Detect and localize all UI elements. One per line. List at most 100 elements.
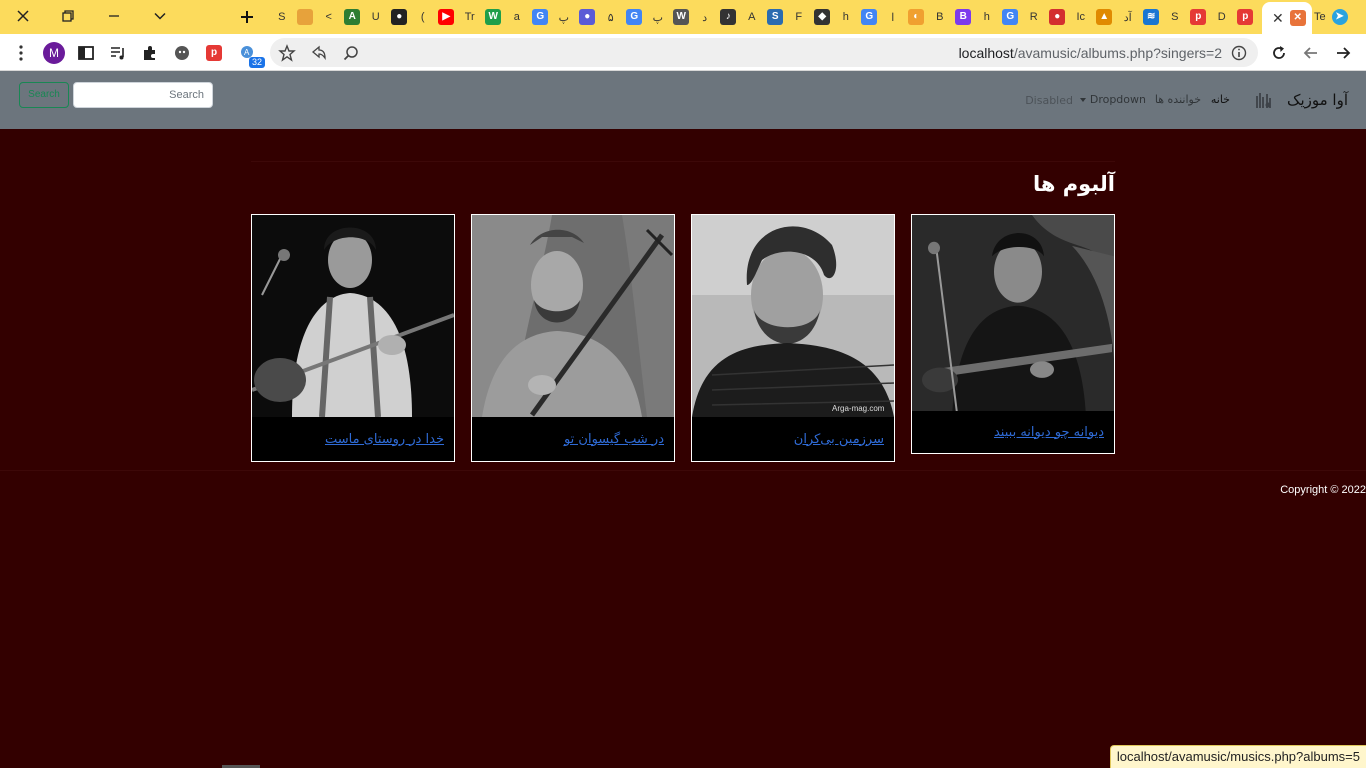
close-window-button[interactable] [0,0,46,32]
album-card: دیوانه چو دیوانه ببیند [911,214,1115,454]
bookmark-star-button[interactable] [274,40,300,66]
browser-tab[interactable]: B [952,0,976,34]
album-cover-image[interactable] [252,215,454,417]
browser-tab[interactable]: G [529,0,553,34]
album-cover-image[interactable]: Arga-mag.com [692,215,894,417]
browser-tab[interactable]: D [1210,0,1234,34]
album-title-link[interactable]: سرزمین بی‌کران [794,432,884,447]
browser-tab[interactable]: ● [1046,0,1070,34]
media-control-button[interactable] [105,40,131,66]
url-path: /avamusic/albums.php?singers=2 [1013,45,1222,61]
browser-tab[interactable]: ◆ [811,0,835,34]
extensions-button[interactable] [137,40,163,66]
album-card: Arga-mag.com سرزمین بی‌کران [691,214,895,462]
tab-label: ۵ [607,11,614,24]
close-icon [17,10,29,22]
nav-singers-link[interactable]: خواننده ها [1155,93,1201,106]
browser-tab[interactable]: ▲ [1093,0,1117,34]
active-tab[interactable]: ✕ ✕ [1262,2,1312,34]
browser-tab[interactable]: Tr [458,0,482,34]
ghost-icon [175,46,189,60]
browser-tab[interactable]: A [740,0,764,34]
browser-tab[interactable]: ا [881,0,905,34]
nav-dropdown-toggle[interactable]: Dropdown [1079,93,1146,106]
share-button[interactable] [306,40,332,66]
browser-tab[interactable]: ♪ [717,0,741,34]
browser-tab[interactable]: h [975,0,999,34]
tab-label: h [983,11,990,23]
arrow-right-icon [1337,47,1351,59]
browser-tab[interactable]: G [623,0,647,34]
ghost-extension-button[interactable] [169,40,195,66]
browser-tab[interactable]: B [928,0,952,34]
browser-tab[interactable]: ▶ [435,0,459,34]
pocket-extension-button[interactable]: p [201,40,227,66]
back-button[interactable] [1330,40,1356,66]
browser-tab[interactable]: h [834,0,858,34]
browser-tab[interactable]: U [364,0,388,34]
browser-tab[interactable]: ≋ [1140,0,1164,34]
zoom-icon [343,46,358,61]
browser-tab[interactable]: S [270,0,294,34]
browser-tab[interactable]: ● [576,0,600,34]
zoom-button[interactable] [338,40,364,66]
tab-label: پ [558,11,569,24]
browser-tab[interactable]: ( [411,0,435,34]
tab-label: B [936,11,944,23]
minimize-window-button[interactable] [91,0,137,32]
browser-toolbar: M p A 32 localhost/avamusic/albums.php?s… [0,34,1366,71]
new-tab-button[interactable] [234,4,260,30]
brand-link[interactable]: آوا موزیک [1287,91,1348,109]
browser-tab[interactable] [294,0,318,34]
side-panel-button[interactable] [73,40,99,66]
browser-tab[interactable]: W [670,0,694,34]
browser-tab[interactable]: < [317,0,341,34]
browser-tab[interactable]: پ [552,0,576,34]
album-cover-image[interactable] [912,215,1114,411]
star-icon [278,44,296,62]
forward-button[interactable] [1298,40,1324,66]
minimize-icon [109,15,119,17]
nav-home-link[interactable]: خانه [1211,93,1230,106]
browser-tab[interactable]: د [693,0,717,34]
browser-tab[interactable]: p [1187,0,1211,34]
browser-tab[interactable]: W [482,0,506,34]
album-cover-image[interactable] [472,215,674,417]
browser-tab[interactable]: R [1022,0,1046,34]
browser-tab[interactable]: F [787,0,811,34]
album-card-body: خدا در روستای ماست [252,417,454,461]
restore-window-button[interactable] [45,0,91,32]
album-card-body: در شب گیسوان تو [472,417,674,461]
browser-tab[interactable]: ◐ [905,0,929,34]
browser-tab[interactable]: Ic [1069,0,1093,34]
tab-telegram[interactable]: Te ➤ [1314,0,1348,34]
tab-label: S [1171,11,1179,23]
favicon-icon: W [485,9,502,25]
browser-tab[interactable]: G [999,0,1023,34]
reload-button[interactable] [1266,40,1292,66]
album-title-link[interactable]: خدا در روستای ماست [325,432,444,447]
address-bar[interactable]: localhost/avamusic/albums.php?singers=2 [270,38,1258,67]
translate-extension-button[interactable]: A 32 [235,40,265,68]
profile-button[interactable]: M [41,40,67,66]
url-text[interactable]: localhost/avamusic/albums.php?singers=2 [959,45,1222,61]
tab-label: آد [1123,11,1132,24]
browser-tab[interactable]: پ [646,0,670,34]
menu-button[interactable] [8,40,34,66]
close-tab-icon[interactable]: ✕ [1272,10,1284,27]
browser-tab[interactable]: A [341,0,365,34]
browser-tab[interactable]: ۵ [599,0,623,34]
browser-tab[interactable]: S [1163,0,1187,34]
browser-tab[interactable]: p [1234,0,1258,34]
album-title-link[interactable]: در شب گیسوان تو [564,432,664,447]
search-input[interactable]: Search [73,82,213,108]
browser-tab[interactable]: a [505,0,529,34]
browser-tab[interactable]: آد [1116,0,1140,34]
album-title-link[interactable]: دیوانه چو دیوانه ببیند [994,425,1104,440]
search-button[interactable]: Search [19,82,69,108]
browser-tab[interactable]: G [858,0,882,34]
site-info-button[interactable] [1226,40,1252,66]
browser-tab[interactable]: ● [388,0,412,34]
browser-tab[interactable]: S [764,0,788,34]
tab-search-button[interactable] [137,0,183,32]
